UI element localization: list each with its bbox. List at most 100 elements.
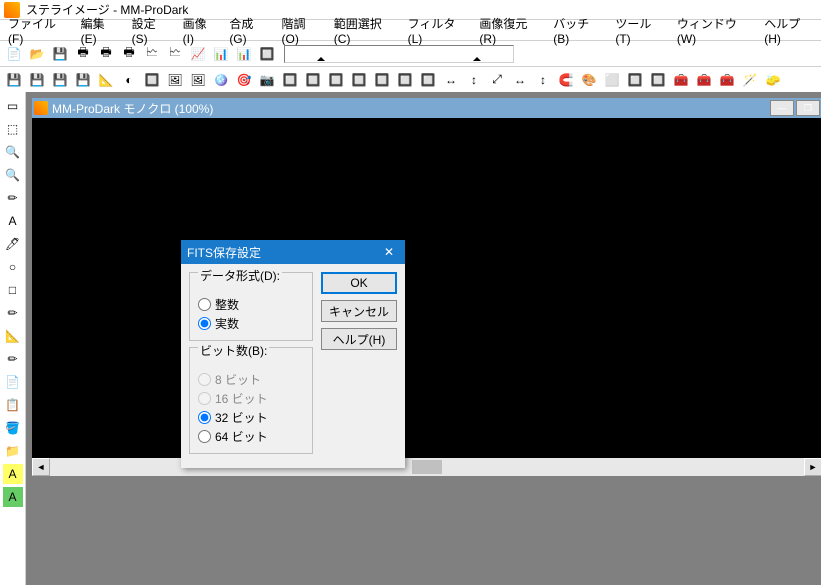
side-tool-11[interactable]: ✏ <box>3 349 23 369</box>
toolbar2-btn-1[interactable]: 💾 <box>27 70 47 90</box>
toolbar2-btn-3[interactable]: 💾 <box>73 70 93 90</box>
side-tool-0[interactable]: ▭ <box>3 96 23 116</box>
menu-composite[interactable]: 合成(G) <box>223 13 273 48</box>
toolbar1-btn-4[interactable]: 🖶 <box>96 44 116 64</box>
ruler-marker-left[interactable] <box>317 53 325 61</box>
scroll-thumb[interactable] <box>412 460 442 474</box>
radio-64bit[interactable]: 64 ビット <box>198 428 304 445</box>
side-tool-16[interactable]: A <box>3 464 23 484</box>
side-tool-5[interactable]: A <box>3 211 23 231</box>
toolbar2-btn-24[interactable]: 🧲 <box>556 70 576 90</box>
ok-button[interactable]: OK <box>321 272 397 294</box>
minimize-button[interactable]: — <box>770 100 794 116</box>
toolbar2-btn-12[interactable]: 🔲 <box>280 70 300 90</box>
menu-file[interactable]: ファイル(F) <box>2 13 73 48</box>
radio-integer[interactable]: 整数 <box>198 296 304 313</box>
side-tool-10[interactable]: 📐 <box>3 326 23 346</box>
toolbar1-btn-1[interactable]: 📂 <box>27 44 47 64</box>
toolbar2-btn-8[interactable]: 🖼 <box>188 70 208 90</box>
side-tool-8[interactable]: □ <box>3 280 23 300</box>
radio-32bit[interactable]: 32 ビット <box>198 409 304 426</box>
toolbar2-btn-27[interactable]: 🔲 <box>625 70 645 90</box>
toolbar2-btn-30[interactable]: 🧰 <box>694 70 714 90</box>
toolbar2-btn-13[interactable]: 🔲 <box>303 70 323 90</box>
toolbar2-btn-15[interactable]: 🔲 <box>349 70 369 90</box>
toolbar2-btn-10[interactable]: 🎯 <box>234 70 254 90</box>
toolbar2-btn-4[interactable]: 📐 <box>96 70 116 90</box>
toolbar2-btn-26[interactable]: ⬜ <box>602 70 622 90</box>
help-button[interactable]: ヘルプ(H) <box>321 328 397 350</box>
toolbar2-btn-33[interactable]: 🧽 <box>763 70 783 90</box>
side-tool-17[interactable]: A <box>3 487 23 507</box>
toolbar1-btn-0[interactable]: 📄 <box>4 44 24 64</box>
side-tool-4[interactable]: ✏ <box>3 188 23 208</box>
toolbar2-btn-32[interactable]: 🪄 <box>740 70 760 90</box>
toolbar1-btn-3[interactable]: 🖶 <box>73 44 93 64</box>
side-tool-6[interactable]: 🖊 <box>3 234 23 254</box>
toolbar1-btn-9[interactable]: 📊 <box>211 44 231 64</box>
toolbar1-btn-6[interactable]: 🗠 <box>142 44 162 64</box>
toolbar2-btn-11[interactable]: 📷 <box>257 70 277 90</box>
scroll-track[interactable] <box>50 460 804 474</box>
side-tool-12[interactable]: 📄 <box>3 372 23 392</box>
menu-selection[interactable]: 範囲選択(C) <box>328 13 400 48</box>
side-tool-1[interactable]: ⬚ <box>3 119 23 139</box>
toolbar1-btn-5[interactable]: 🖶 <box>119 44 139 64</box>
image-canvas[interactable] <box>32 118 821 458</box>
toolbar1-btn-2[interactable]: 💾 <box>50 44 70 64</box>
cancel-button[interactable]: キャンセル <box>321 300 397 322</box>
menu-filter[interactable]: フィルタ(L) <box>402 13 472 48</box>
toolbar2-btn-21[interactable]: ⤢ <box>487 70 507 90</box>
toolbar2-btn-29[interactable]: 🧰 <box>671 70 691 90</box>
menu-help[interactable]: ヘルプ(H) <box>758 13 819 48</box>
radio-real-input[interactable] <box>198 317 211 330</box>
radio-integer-input[interactable] <box>198 298 211 311</box>
toolbar2-btn-23[interactable]: ↕ <box>533 70 553 90</box>
toolbar2-btn-25[interactable]: 🎨 <box>579 70 599 90</box>
document-titlebar[interactable]: MM-ProDark モノクロ (100%) — ❐ <box>32 98 821 118</box>
toolbar2-btn-6[interactable]: 🔲 <box>142 70 162 90</box>
radio-real[interactable]: 実数 <box>198 315 304 332</box>
maximize-button[interactable]: ❐ <box>796 100 820 116</box>
toolbar2-btn-7[interactable]: 🖼 <box>165 70 185 90</box>
menu-tools[interactable]: ツール(T) <box>609 13 669 48</box>
toolbar1-btn-10[interactable]: 📊 <box>234 44 254 64</box>
menu-tone[interactable]: 階調(O) <box>276 13 326 48</box>
toolbar1-btn-11[interactable]: 🔲 <box>257 44 277 64</box>
side-tool-13[interactable]: 📋 <box>3 395 23 415</box>
toolbar2-btn-14[interactable]: 🔲 <box>326 70 346 90</box>
side-tool-14[interactable]: 🪣 <box>3 418 23 438</box>
side-tool-2[interactable]: 🔍 <box>3 142 23 162</box>
side-tool-9[interactable]: ✏ <box>3 303 23 323</box>
dialog-close-icon[interactable]: ✕ <box>379 245 399 259</box>
toolbar2-btn-20[interactable]: ↕ <box>464 70 484 90</box>
toolbar2-btn-2[interactable]: 💾 <box>50 70 70 90</box>
menu-restore[interactable]: 画像復元(R) <box>473 13 545 48</box>
toolbar2-btn-22[interactable]: ↔ <box>510 70 530 90</box>
scroll-left-arrow[interactable]: ◄ <box>32 458 50 476</box>
toolbar1-btn-7[interactable]: 🗠 <box>165 44 185 64</box>
toolbar2-btn-19[interactable]: ↔ <box>441 70 461 90</box>
side-tool-3[interactable]: 🔍 <box>3 165 23 185</box>
menu-window[interactable]: ウィンドウ(W) <box>671 13 756 48</box>
toolbar2-btn-9[interactable]: 🪩 <box>211 70 231 90</box>
toolbar2-btn-28[interactable]: 🔲 <box>648 70 668 90</box>
scrollbar-horizontal[interactable]: ◄ ► <box>32 458 821 476</box>
menu-image[interactable]: 画像(I) <box>177 13 222 48</box>
histogram-ruler[interactable] <box>284 45 514 63</box>
radio-64bit-input[interactable] <box>198 430 211 443</box>
toolbar1-btn-8[interactable]: 📈 <box>188 44 208 64</box>
radio-32bit-input[interactable] <box>198 411 211 424</box>
toolbar2-btn-5[interactable]: ◐ <box>119 70 139 90</box>
ruler-marker-right[interactable] <box>473 53 481 61</box>
dialog-titlebar[interactable]: FITS保存設定 ✕ <box>181 240 405 264</box>
side-tool-15[interactable]: 📁 <box>3 441 23 461</box>
scroll-right-arrow[interactable]: ► <box>804 458 821 476</box>
menu-batch[interactable]: バッチ(B) <box>547 13 607 48</box>
toolbar2-btn-0[interactable]: 💾 <box>4 70 24 90</box>
side-tool-7[interactable]: ○ <box>3 257 23 277</box>
toolbar2-btn-17[interactable]: 🔲 <box>395 70 415 90</box>
toolbar2-btn-18[interactable]: 🔲 <box>418 70 438 90</box>
toolbar2-btn-31[interactable]: 🧰 <box>717 70 737 90</box>
toolbar2-btn-16[interactable]: 🔲 <box>372 70 392 90</box>
